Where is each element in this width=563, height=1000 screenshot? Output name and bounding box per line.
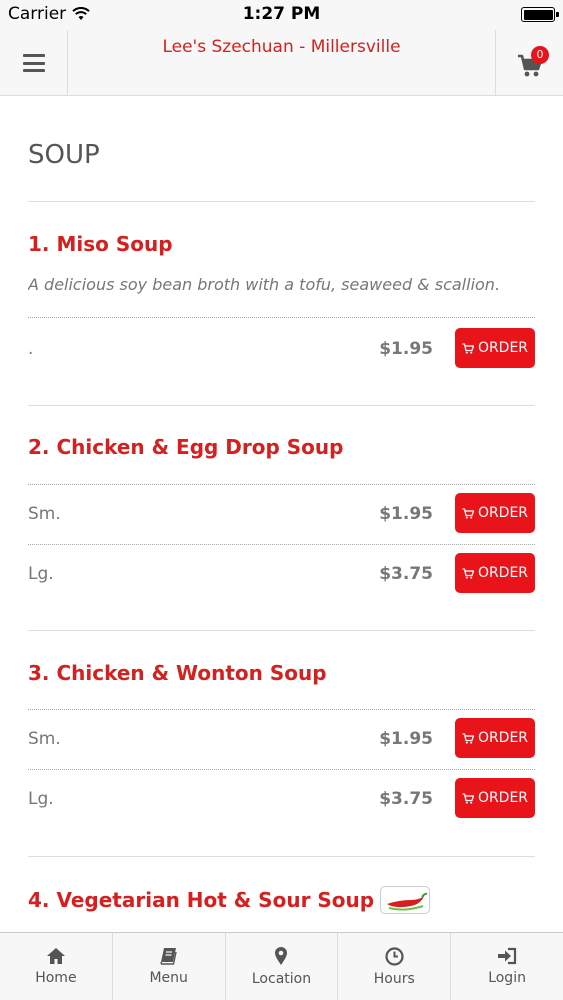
option-price: $1.95 xyxy=(379,729,433,749)
cart-count-badge: 0 xyxy=(531,46,549,64)
tab-label: Home xyxy=(35,970,77,986)
order-button[interactable]: ORDER xyxy=(455,493,535,533)
tab-label: Location xyxy=(251,971,312,987)
option-price: $3.75 xyxy=(379,564,433,584)
order-button-label: ORDER xyxy=(477,340,529,356)
home-icon xyxy=(46,948,65,964)
app-header: Lee's Szechuan - Millersville 0 xyxy=(0,30,563,96)
status-bar: Carrier 1:27 PM xyxy=(0,0,563,30)
category-title: SOUP xyxy=(28,140,100,170)
divider xyxy=(28,201,535,202)
tab-label: Login xyxy=(488,970,526,986)
order-button[interactable]: ORDER xyxy=(455,328,535,368)
option-label: Sm. xyxy=(28,504,61,524)
row-separator xyxy=(28,484,535,485)
menu-content: SOUP 1. Miso Soup A delicious soy bean b… xyxy=(28,96,535,932)
map-pin-icon xyxy=(275,947,288,965)
clock-icon xyxy=(385,946,404,966)
row-separator xyxy=(28,709,535,710)
tab-login[interactable]: Login xyxy=(451,933,563,1000)
item-description: A delicious soy bean broth with a tofu, … xyxy=(28,275,501,294)
tab-hours[interactable]: Hours xyxy=(338,933,452,1000)
cart-icon xyxy=(462,567,474,579)
cart-icon xyxy=(462,342,474,354)
tab-location[interactable]: Location xyxy=(226,933,339,1000)
menu-button[interactable] xyxy=(0,30,68,96)
divider xyxy=(28,630,535,631)
order-button[interactable]: ORDER xyxy=(455,778,535,818)
status-time: 1:27 PM xyxy=(242,4,321,24)
battery-icon xyxy=(521,7,559,22)
option-label: Lg. xyxy=(28,789,54,809)
book-icon xyxy=(160,948,177,965)
order-button-label: ORDER xyxy=(477,790,529,806)
item-title: 3. Chicken & Wonton Soup xyxy=(28,661,327,685)
order-button-label: ORDER xyxy=(477,565,529,581)
spicy-pepper-icon xyxy=(380,886,431,914)
restaurant-title: Lee's Szechuan - Millersville xyxy=(162,37,401,57)
option-label: . xyxy=(28,339,34,359)
tab-home[interactable]: Home xyxy=(0,933,113,1000)
item-title: 2. Chicken & Egg Drop Soup xyxy=(28,435,344,459)
tab-menu[interactable]: Menu xyxy=(113,933,226,1000)
option-price: $1.95 xyxy=(379,504,433,524)
login-icon xyxy=(498,947,517,965)
item-title-row: 4. Vegetarian Hot & Sour Soup xyxy=(28,886,431,914)
order-button-label: ORDER xyxy=(477,505,529,521)
cart-button[interactable]: 0 xyxy=(495,30,563,96)
tab-label: Menu xyxy=(149,970,188,986)
option-label: Lg. xyxy=(28,564,54,584)
item-title: 1. Miso Soup xyxy=(28,232,173,256)
divider xyxy=(28,856,535,857)
cart-icon xyxy=(462,507,474,519)
cart-icon xyxy=(462,792,474,804)
divider xyxy=(28,405,535,406)
row-separator xyxy=(28,317,535,318)
row-separator xyxy=(28,544,535,545)
option-price: $1.95 xyxy=(379,339,433,359)
item-title: 4. Vegetarian Hot & Sour Soup xyxy=(28,888,375,912)
order-button-label: ORDER xyxy=(477,730,529,746)
order-button[interactable]: ORDER xyxy=(455,553,535,593)
hamburger-icon xyxy=(22,54,45,72)
bottom-tab-bar: Home Menu Location Hours Login xyxy=(0,932,563,1000)
order-button[interactable]: ORDER xyxy=(455,718,535,758)
tab-label: Hours xyxy=(373,970,415,987)
row-separator xyxy=(28,769,535,770)
option-label: Sm. xyxy=(28,729,61,749)
option-price: $3.75 xyxy=(379,789,433,809)
cart-icon xyxy=(462,732,474,744)
